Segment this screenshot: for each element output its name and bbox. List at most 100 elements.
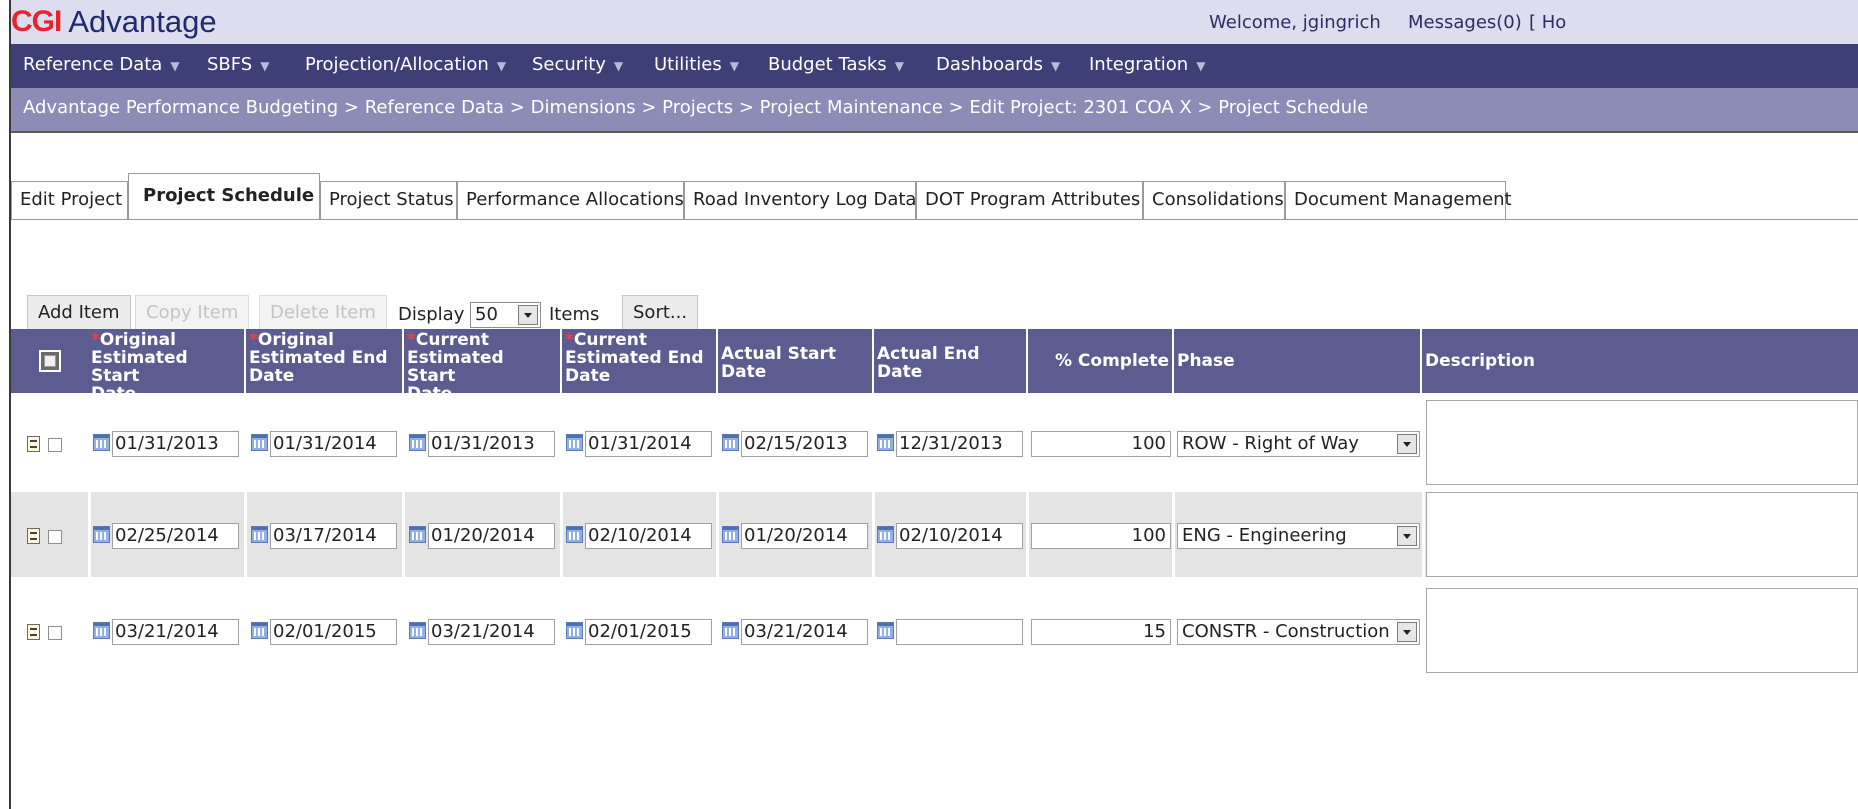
row-checkbox[interactable] <box>48 626 62 640</box>
calendar-icon[interactable] <box>93 622 110 639</box>
cur-est-start-input[interactable]: 03/21/2014 <box>428 619 555 645</box>
dropdown-arrow-icon <box>1397 622 1417 642</box>
tab-document-management[interactable]: Document Management <box>1285 181 1512 219</box>
cell-divider <box>560 492 563 577</box>
cell-divider <box>872 492 875 577</box>
header-orig-est-start[interactable]: *OriginalEstimated StartDate <box>88 329 244 393</box>
delete-item-button[interactable]: Delete Item <box>259 295 387 331</box>
cell-divider <box>716 492 719 577</box>
caret-down-icon: ▼ <box>729 59 739 73</box>
calendar-icon[interactable] <box>409 526 426 543</box>
actual-end-input[interactable]: 12/31/2013 <box>896 431 1023 457</box>
caret-down-icon: ▼ <box>613 59 624 73</box>
add-item-button[interactable]: Add Item <box>27 295 131 331</box>
actual-end-input[interactable]: 02/10/2014 <box>896 523 1023 549</box>
header-cur-est-end[interactable]: *Current Estimated End Date <box>562 329 716 393</box>
calendar-icon[interactable] <box>93 434 110 451</box>
cur-est-end-input[interactable]: 02/10/2014 <box>585 523 712 549</box>
description-textarea[interactable] <box>1426 588 1858 673</box>
phase-select[interactable]: ROW - Right of Way <box>1177 431 1420 457</box>
phase-select[interactable]: ENG - Engineering <box>1177 523 1420 549</box>
menu-dashboards[interactable]: Dashboards ▼ <box>936 54 1060 75</box>
menu-integration[interactable]: Integration ▼ <box>1089 54 1205 75</box>
sort-button[interactable]: Sort... <box>622 295 699 331</box>
header-select-all-cell <box>11 329 88 393</box>
menu-budget-tasks[interactable]: Budget Tasks ▼ <box>768 54 904 75</box>
display-label: Display <box>398 304 465 325</box>
orig-est-start-input[interactable]: 02/25/2014 <box>112 523 239 549</box>
calendar-icon[interactable] <box>877 526 894 543</box>
logo-app-name: Advantage <box>68 4 217 39</box>
doc-icon[interactable] <box>27 436 40 452</box>
calendar-icon[interactable] <box>93 526 110 543</box>
calendar-icon[interactable] <box>409 622 426 639</box>
menu-security[interactable]: Security ▼ <box>532 54 623 75</box>
header-description[interactable]: Description <box>1422 329 1858 393</box>
calendar-icon[interactable] <box>566 434 583 451</box>
tab-road-inventory-log-data[interactable]: Road Inventory Log Data <box>684 181 916 219</box>
cell-divider <box>402 492 405 577</box>
caret-down-icon: ▼ <box>894 59 904 73</box>
pct-complete-input[interactable]: 100 <box>1031 431 1171 457</box>
cell-divider <box>1422 492 1425 577</box>
tab-performance-allocations[interactable]: Performance Allocations <box>457 181 684 219</box>
tab-project-status[interactable]: Project Status <box>320 181 457 219</box>
actual-end-input[interactable] <box>896 619 1023 645</box>
select-all-checkbox[interactable] <box>39 350 61 372</box>
messages-link[interactable]: Messages(0) <box>1408 12 1522 33</box>
description-textarea[interactable] <box>1426 400 1858 485</box>
doc-icon[interactable] <box>27 624 40 640</box>
actual-start-input[interactable]: 02/15/2013 <box>741 431 868 457</box>
home-link[interactable]: [ Ho <box>1529 12 1566 33</box>
actual-start-input[interactable]: 01/20/2014 <box>741 523 868 549</box>
menu-utilities[interactable]: Utilities ▼ <box>654 54 739 75</box>
orig-est-start-input[interactable]: 03/21/2014 <box>112 619 239 645</box>
tab-edit-project[interactable]: Edit Project <box>11 181 128 219</box>
copy-item-button[interactable]: Copy Item <box>135 295 250 331</box>
description-textarea[interactable] <box>1426 492 1858 577</box>
orig-est-end-input[interactable]: 01/31/2014 <box>270 431 397 457</box>
calendar-icon[interactable] <box>722 434 739 451</box>
table-row: 01/31/2013 01/31/2014 01/31/2013 01/31/2… <box>11 400 1858 485</box>
cur-est-end-input[interactable]: 01/31/2014 <box>585 431 712 457</box>
cur-est-end-input[interactable]: 02/01/2015 <box>585 619 712 645</box>
menu-sbfs[interactable]: SBFS ▼ <box>207 54 269 75</box>
tab-dot-program-attributes[interactable]: DOT Program Attributes <box>916 181 1143 219</box>
orig-est-end-input[interactable]: 03/17/2014 <box>270 523 397 549</box>
tab-consolidations[interactable]: Consolidations <box>1143 181 1285 219</box>
orig-est-end-input[interactable]: 02/01/2015 <box>270 619 397 645</box>
actual-start-input[interactable]: 03/21/2014 <box>741 619 868 645</box>
orig-est-start-input[interactable]: 01/31/2013 <box>112 431 239 457</box>
header-orig-est-end[interactable]: *Original Estimated End Date <box>246 329 402 393</box>
menu-projection-allocation[interactable]: Projection/Allocation ▼ <box>305 54 506 75</box>
cell-divider <box>244 492 247 577</box>
header-actual-start[interactable]: Actual Start Date <box>718 329 872 393</box>
header-cur-est-start[interactable]: *CurrentEstimated StartDate <box>404 329 560 393</box>
calendar-icon[interactable] <box>722 622 739 639</box>
welcome-text: Welcome, jgingrich <box>1209 12 1381 33</box>
pct-complete-input[interactable]: 15 <box>1031 619 1171 645</box>
calendar-icon[interactable] <box>566 622 583 639</box>
calendar-icon[interactable] <box>251 622 268 639</box>
phase-select[interactable]: CONSTR - Construction <box>1177 619 1420 645</box>
calendar-icon[interactable] <box>566 526 583 543</box>
row-checkbox[interactable] <box>48 438 62 452</box>
display-count-select[interactable]: 50 <box>470 302 541 328</box>
cur-est-start-input[interactable]: 01/20/2014 <box>428 523 555 549</box>
breadcrumb[interactable]: Advantage Performance Budgeting > Refere… <box>23 97 1368 118</box>
calendar-icon[interactable] <box>251 526 268 543</box>
header-actual-end[interactable]: Actual End Date <box>874 329 1026 393</box>
row-checkbox[interactable] <box>48 530 62 544</box>
menu-reference-data[interactable]: Reference Data ▼ <box>23 54 180 75</box>
header-pct-complete[interactable]: % Complete <box>1028 329 1172 393</box>
tab-project-schedule[interactable]: Project Schedule <box>128 173 320 220</box>
calendar-icon[interactable] <box>251 434 268 451</box>
calendar-icon[interactable] <box>877 622 894 639</box>
cur-est-start-input[interactable]: 01/31/2013 <box>428 431 555 457</box>
header-phase[interactable]: Phase <box>1174 329 1420 393</box>
calendar-icon[interactable] <box>877 434 894 451</box>
pct-complete-input[interactable]: 100 <box>1031 523 1171 549</box>
doc-icon[interactable] <box>27 528 40 544</box>
calendar-icon[interactable] <box>409 434 426 451</box>
calendar-icon[interactable] <box>722 526 739 543</box>
